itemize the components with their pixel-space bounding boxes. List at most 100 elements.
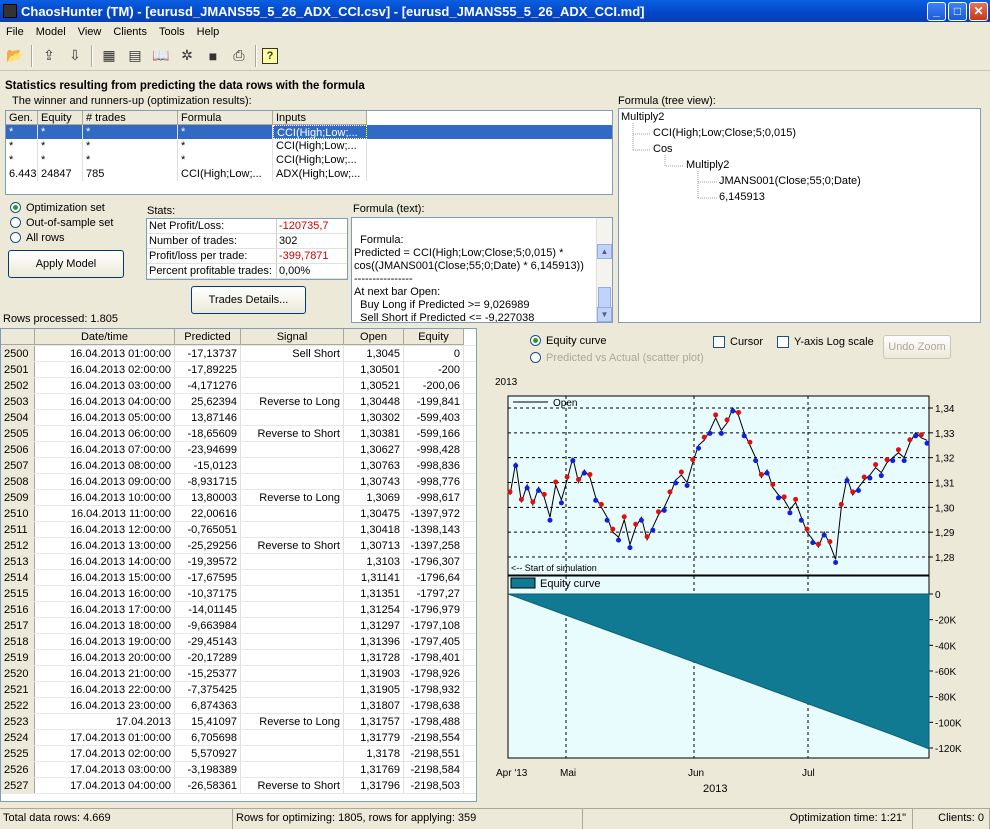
table-row[interactable]: 2507 16.04.2013 08:00:00 -15,0123 1,30763 -9… xyxy=(1,458,476,474)
radio-optimization-set[interactable]: Optimization set xyxy=(10,200,113,215)
table-cell: 1,30627 xyxy=(344,442,404,457)
chart-canvas[interactable]: 2013 Apr '13 Mai Jun Jul 2013 1,34 1,33 1,32 1,31… xyxy=(483,368,985,802)
table-row[interactable]: 2521 16.04.2013 22:00:00 -7,375425 1,31905-… xyxy=(1,682,476,698)
maximize-button[interactable]: □ xyxy=(948,1,967,21)
table-row[interactable]: 2519 16.04.2013 20:00:00 -20,17289 1,31728-… xyxy=(1,650,476,666)
export-icon[interactable]: ⇪ xyxy=(38,45,60,67)
buy-marker xyxy=(730,408,736,414)
sell-marker xyxy=(667,489,673,495)
formula-text-box[interactable]: Formula: Predicted = CCI(High;Low;Close;… xyxy=(351,217,613,323)
table-row[interactable]: 2516 16.04.2013 17:00:00 -14,01145 1,31254-… xyxy=(1,602,476,618)
col-predicted[interactable]: Predicted xyxy=(175,329,241,345)
col-trades[interactable]: # trades xyxy=(83,111,178,125)
table-cell: -9,663984 xyxy=(175,618,241,633)
network-icon[interactable]: ✲ xyxy=(176,45,198,67)
table-cell: 16.04.2013 10:00:00 xyxy=(35,490,175,505)
table-cell: 16.04.2013 06:00:00 xyxy=(35,426,175,441)
table-row[interactable]: 2523 17.04.2013 15,41097 Reverse to Long 1,3… xyxy=(1,714,476,730)
log-scale-checkbox[interactable]: Y-axis Log scale xyxy=(777,336,874,348)
open-folder-icon[interactable]: 📂 xyxy=(4,45,26,67)
import-icon[interactable]: ⇩ xyxy=(64,45,86,67)
table-row[interactable]: 2514 16.04.2013 15:00:00 -17,67595 1,31141-… xyxy=(1,570,476,586)
table-cell: 1,31779 xyxy=(344,730,404,745)
buy-marker xyxy=(913,433,919,439)
table-cell xyxy=(241,442,344,457)
table-row[interactable]: 2500 16.04.2013 01:00:00 -17,13737 Sell Sho… xyxy=(1,346,476,362)
print-icon[interactable]: ⎙ xyxy=(228,45,250,67)
x-tick-label: Jun xyxy=(688,768,704,779)
table-row[interactable]: 2502 16.04.2013 03:00:00 -4,171276 1,30521-… xyxy=(1,378,476,394)
table-cell: -10,37175 xyxy=(175,586,241,601)
col-formula[interactable]: Formula xyxy=(178,111,273,125)
table-cell: 16.04.2013 02:00:00 xyxy=(35,362,175,377)
winners-row[interactable]: * * * * CCI(High;Low;... xyxy=(6,153,612,167)
table-row[interactable]: 2522 16.04.2013 23:00:00 6,874363 1,31807 -1… xyxy=(1,698,476,714)
menu-clients[interactable]: Clients xyxy=(107,26,153,38)
undo-zoom-button[interactable]: Undo Zoom xyxy=(883,335,951,359)
table-row[interactable]: 2517 16.04.2013 18:00:00 -9,663984 1,31297-… xyxy=(1,618,476,634)
minimize-button[interactable]: _ xyxy=(927,1,946,21)
radio-out-of-sample[interactable]: Out-of-sample set xyxy=(10,215,113,230)
status-bar: Total data rows: 4.669 Rows for optimizi… xyxy=(0,808,990,829)
table-row[interactable]: 2515 16.04.2013 16:00:00 -10,37175 1,31351-… xyxy=(1,586,476,602)
table-row[interactable]: 2506 16.04.2013 07:00:00 -23,94699 1,30627-… xyxy=(1,442,476,458)
menu-view[interactable]: View xyxy=(72,26,108,38)
data-grid[interactable]: Date/time Predicted Signal Open Equity 2… xyxy=(0,328,477,802)
chart-icon[interactable]: ▤ xyxy=(124,45,146,67)
table-icon[interactable]: ▦ xyxy=(98,45,120,67)
col-inputs[interactable]: Inputs xyxy=(273,111,367,125)
winners-row[interactable]: * * * * CCI(High;Low;... xyxy=(6,125,612,139)
cursor-checkbox[interactable]: Cursor xyxy=(713,336,763,348)
table-row[interactable]: 2505 16.04.2013 06:00:00 -18,65609 Reverse … xyxy=(1,426,476,442)
table-row[interactable]: 2518 16.04.2013 19:00:00 -29,45143 1,31396-… xyxy=(1,634,476,650)
radio-equity-curve[interactable]: Equity curve xyxy=(530,333,607,348)
radio-all-rows[interactable]: All rows xyxy=(10,230,113,245)
sell-marker xyxy=(827,539,833,545)
col-equity[interactable]: Equity xyxy=(404,329,464,345)
y-tick-label: -120K xyxy=(935,744,962,755)
formula-tree[interactable]: Multiply2 CCI(High;Low;Close;5;0,015) Co… xyxy=(618,108,981,323)
table-row[interactable]: 2512 16.04.2013 13:00:00 -25,29256 Reverse … xyxy=(1,538,476,554)
radio-scatter[interactable]: Predicted vs Actual (scatter plot) xyxy=(530,350,704,365)
table-row[interactable]: 2501 16.04.2013 02:00:00 -17,89225 1,30501-… xyxy=(1,362,476,378)
winners-cell: CCI(High;Low;... xyxy=(273,139,367,153)
table-row[interactable]: 2504 16.04.2013 05:00:00 13,87146 1,30302 -5… xyxy=(1,410,476,426)
apply-model-button[interactable]: Apply Model xyxy=(8,250,124,278)
menu-tools[interactable]: Tools xyxy=(153,26,191,38)
trades-details-button[interactable]: Trades Details... xyxy=(191,286,306,314)
menu-file[interactable]: File xyxy=(0,26,30,38)
table-row[interactable]: 2525 17.04.2013 02:00:00 5,570927 1,3178 -21… xyxy=(1,746,476,762)
formula-scrollbar[interactable]: ▲ ▼ xyxy=(596,218,612,322)
table-cell: 15,41097 xyxy=(175,714,241,729)
y-tick-label: 0 xyxy=(935,590,941,601)
col-equity[interactable]: Equity xyxy=(38,111,83,125)
table-row[interactable]: 2503 16.04.2013 04:00:00 25,62394 Reverse t… xyxy=(1,394,476,410)
sell-marker xyxy=(564,474,570,480)
table-row[interactable]: 2527 17.04.2013 04:00:00 -26,58361 Reverse … xyxy=(1,778,476,794)
table-row[interactable]: 2526 17.04.2013 03:00:00 -3,198389 1,31769-… xyxy=(1,762,476,778)
buy-marker xyxy=(627,545,633,551)
menu-help[interactable]: Help xyxy=(191,26,226,38)
col-gen[interactable]: Gen. xyxy=(6,111,38,125)
close-button[interactable]: ✕ xyxy=(969,1,988,21)
table-row[interactable]: 2510 16.04.2013 11:00:00 22,00616 1,30475 -1… xyxy=(1,506,476,522)
save-icon[interactable]: ■ xyxy=(202,45,224,67)
help-icon[interactable]: ? xyxy=(262,47,278,64)
book-icon[interactable]: 📖 xyxy=(150,45,172,67)
table-row[interactable]: 2520 16.04.2013 21:00:00 -15,25377 1,31903-… xyxy=(1,666,476,682)
table-row[interactable]: 2508 16.04.2013 09:00:00 -8,931715 1,30743-… xyxy=(1,474,476,490)
winners-row[interactable]: 6.443 24847 785 CCI(High;Low;... ADX(High;Lo… xyxy=(6,167,612,181)
table-cell: 16.04.2013 17:00:00 xyxy=(35,602,175,617)
x-axis-label: 2013 xyxy=(703,783,727,795)
menu-model[interactable]: Model xyxy=(30,26,72,38)
col-signal[interactable]: Signal xyxy=(241,329,344,345)
table-row[interactable]: 2509 16.04.2013 10:00:00 13,80003 Reverse t… xyxy=(1,490,476,506)
title-bar: ChaosHunter (TM) - [eurusd_JMANS55_5_26_… xyxy=(0,0,990,22)
row-header: 2512 xyxy=(1,538,35,553)
col-open[interactable]: Open xyxy=(344,329,404,345)
table-row[interactable]: 2524 17.04.2013 01:00:00 6,705698 1,31779 -2… xyxy=(1,730,476,746)
col-datetime[interactable]: Date/time xyxy=(35,329,175,345)
table-row[interactable]: 2511 16.04.2013 12:00:00 -0,765051 1,30418-… xyxy=(1,522,476,538)
winners-row[interactable]: * * * * CCI(High;Low;... xyxy=(6,139,612,153)
table-row[interactable]: 2513 16.04.2013 14:00:00 -19,39572 1,3103 -1… xyxy=(1,554,476,570)
